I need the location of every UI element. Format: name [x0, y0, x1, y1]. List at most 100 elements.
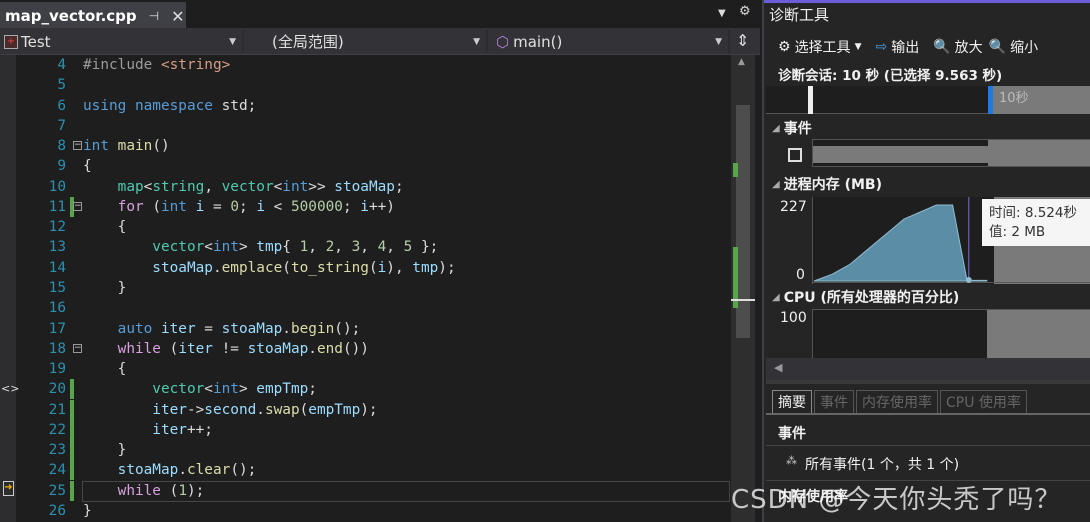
code-line[interactable]: 12 {: [16, 217, 730, 237]
code-text: }: [83, 278, 127, 298]
code-line[interactable]: 10 map<string, vector<int>> stoaMap;: [16, 177, 730, 197]
code-token: };: [412, 239, 439, 256]
code-line[interactable]: 19 {: [16, 359, 730, 379]
events-section-header[interactable]: ◢ 事件: [772, 118, 812, 138]
code-area[interactable]: 4 #include <string> 5 6 using namespace std;…: [16, 55, 730, 522]
vertical-scrollbar[interactable]: ▲: [731, 55, 755, 522]
code-text: auto iter = stoaMap.begin();: [83, 319, 361, 339]
code-line[interactable]: 22 iter++;: [16, 419, 730, 440]
project-dropdown[interactable]: + Test ▼: [4, 30, 244, 53]
events-header-label: 事件: [783, 121, 812, 137]
output-button[interactable]: ⇨ 输出: [875, 37, 919, 57]
code-line[interactable]: 21 iter->second.swap(empTmp);: [16, 399, 730, 420]
code-token: ),: [386, 259, 413, 276]
line-number: 10: [48, 178, 66, 195]
detail-tab[interactable]: 摘要: [772, 390, 812, 414]
code-line[interactable]: 8− int main(): [16, 136, 730, 156]
scrollbar-thumb[interactable]: [736, 105, 750, 338]
zoom-in-button[interactable]: 🔍 放大: [933, 37, 982, 57]
code-token: .: [212, 259, 222, 276]
code-line[interactable]: 16: [16, 298, 730, 318]
code-line[interactable]: 23 }: [16, 440, 730, 461]
selection-start-handle[interactable]: [808, 86, 813, 114]
horizontal-scrollbar[interactable]: ◀: [766, 358, 1090, 380]
collapse-icon[interactable]: −: [73, 201, 82, 211]
code-line[interactable]: 7: [16, 116, 730, 136]
code-line[interactable]: 26}: [16, 501, 730, 521]
tab-bar: map_vector.cpp ⊣ ✕ ▼ ⚙: [0, 0, 760, 28]
code-token: using namespace: [83, 97, 222, 114]
select-tools-button[interactable]: ⚙ 选择工具 ▼: [778, 37, 861, 57]
scroll-left-icon[interactable]: ◀: [774, 361, 782, 374]
change-indicator: [70, 379, 74, 400]
hover-point: [965, 277, 972, 283]
code-line[interactable]: 15 }: [16, 278, 730, 298]
scroll-up-icon[interactable]: ▲: [738, 57, 745, 67]
events-track[interactable]: [812, 139, 1090, 167]
code-line[interactable]: 24 stoaMap.clear();: [16, 460, 730, 481]
code-line[interactable]: 17 auto iter = stoaMap.begin();: [16, 319, 730, 339]
code-token: empTmp: [256, 381, 309, 398]
scope-dropdown[interactable]: (全局范围) ▼: [246, 30, 488, 53]
line-number: 26: [48, 502, 66, 519]
code-token: }: [83, 442, 127, 459]
code-line[interactable]: 18− while (iter != stoaMap.end()): [16, 339, 730, 359]
code-token: }: [83, 279, 127, 296]
output-label: 输出: [891, 40, 920, 56]
code-token: (: [169, 340, 179, 357]
code-line[interactable]: 4 #include <string>: [16, 55, 730, 75]
code-token: ->: [186, 401, 205, 418]
all-events-link[interactable]: ⁂ 所有事件(1 个，共 1 个): [786, 454, 959, 474]
line-number: 7: [57, 117, 66, 134]
memory-section-header[interactable]: ◢ 进程内存 (MB): [772, 174, 882, 194]
memory-y-max: 227: [780, 199, 807, 215]
line-number: 12: [48, 219, 66, 236]
collapse-icon[interactable]: −: [73, 343, 82, 353]
member-dropdown[interactable]: ⬡ main() ▼: [490, 30, 730, 53]
collapse-icon[interactable]: −: [73, 141, 82, 151]
code-token: int: [160, 198, 196, 215]
gear-icon[interactable]: ⚙: [739, 4, 751, 19]
code-line[interactable]: 14 stoaMap.emplace(to_string(i), tmp);: [16, 258, 730, 278]
code-token: ,: [386, 239, 404, 256]
code-line[interactable]: 20 vector<int> empTmp;: [16, 379, 730, 400]
close-icon[interactable]: ✕: [171, 7, 184, 26]
split-window-icon[interactable]: ⇕: [736, 31, 749, 50]
zoom-out-label: 缩小: [1010, 40, 1039, 56]
code-line[interactable]: 25 while (1);: [16, 480, 730, 502]
code-token: {: [83, 361, 127, 378]
code-line[interactable]: 13 vector<int> tmp{ 1, 2, 3, 4, 5 };: [16, 237, 730, 257]
memory-y-min: 0: [796, 267, 805, 283]
tooltip-value: 值: 2 MB: [989, 224, 1046, 240]
tab-map-vector-cpp[interactable]: map_vector.cpp ⊣ ✕: [0, 2, 186, 28]
code-token: auto: [83, 320, 161, 337]
change-indicator: [70, 480, 74, 501]
code-line[interactable]: 6 using namespace std;: [16, 96, 730, 116]
code-text: }: [83, 501, 92, 521]
detail-tab[interactable]: 内存使用率: [856, 390, 938, 414]
line-number: 20: [48, 381, 66, 398]
change-indicator: [70, 419, 74, 440]
cpu-chart[interactable]: [812, 309, 1090, 359]
code-token: ;: [247, 97, 257, 114]
pin-icon[interactable]: ⊣: [149, 9, 159, 23]
code-token: int: [212, 239, 239, 256]
timeline-ruler[interactable]: 10秒: [766, 86, 1090, 114]
code-token: while: [83, 340, 170, 357]
tab-list-dropdown-icon[interactable]: ▼: [718, 8, 726, 19]
code-token: ,: [360, 239, 378, 256]
code-token: 2: [325, 239, 335, 256]
project-icon: +: [4, 34, 18, 49]
member-label: main(): [513, 32, 563, 51]
code-line[interactable]: 5: [16, 75, 730, 95]
cpu-section-header[interactable]: ◢ CPU (所有处理器的百分比): [772, 287, 959, 307]
code-line[interactable]: 9{: [16, 156, 730, 176]
code-token: =: [195, 320, 222, 337]
code-token: to_string: [290, 259, 369, 276]
code-line[interactable]: 11− for (int i = 0; i < 500000; i++): [16, 196, 730, 217]
zoom-out-button[interactable]: 🔍 缩小: [989, 37, 1038, 57]
code-token: .: [256, 401, 265, 418]
selection-end-handle[interactable]: [988, 86, 993, 114]
detail-tab[interactable]: 事件: [814, 390, 854, 414]
detail-tab[interactable]: CPU 使用率: [940, 390, 1027, 414]
